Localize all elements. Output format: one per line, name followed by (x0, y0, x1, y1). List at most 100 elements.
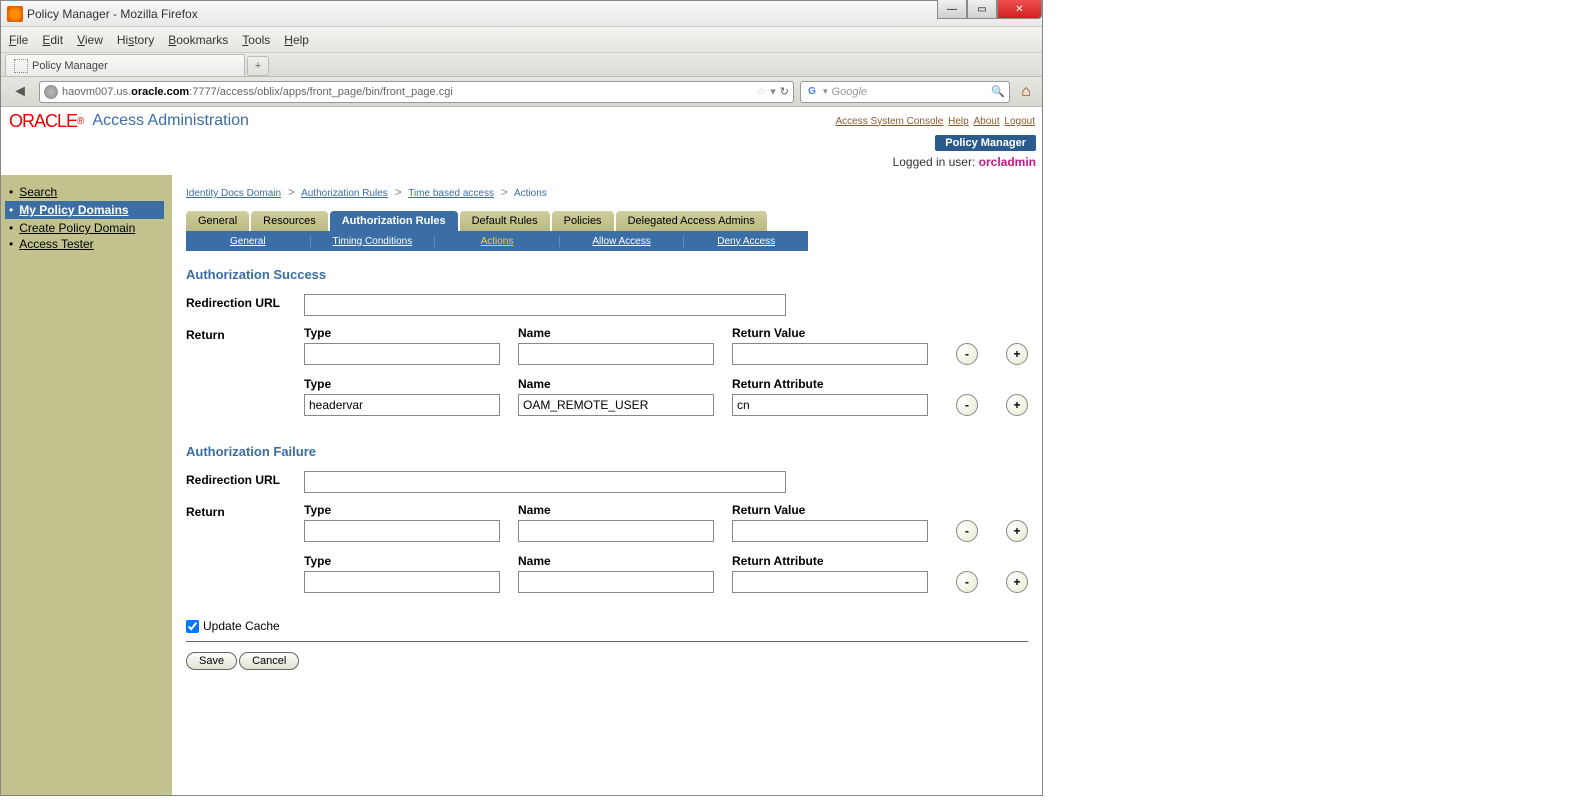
header-links: Access System Console Help About Logout (835, 116, 1036, 127)
home-button[interactable]: ⌂ (1016, 82, 1036, 102)
tab-title: Policy Manager (32, 60, 108, 72)
menubar: File Edit View History Bookmarks Tools H… (1, 27, 1042, 53)
menu-file[interactable]: File (9, 33, 28, 47)
close-button[interactable]: ✕ (997, 0, 1042, 19)
input-failure-type-1[interactable] (304, 520, 500, 542)
breadcrumb-domain[interactable]: Identity Docs Domain (186, 188, 281, 199)
subtab-deny[interactable]: Deny Access (684, 236, 808, 247)
tab-delegated-admins[interactable]: Delegated Access Admins (616, 211, 767, 231)
link-about[interactable]: About (973, 116, 999, 127)
oracle-dot: ® (77, 116, 84, 127)
label-return: Return (186, 326, 304, 342)
save-button[interactable]: Save (186, 652, 237, 670)
label-return: Return (186, 503, 304, 519)
tab-resources[interactable]: Resources (251, 211, 328, 231)
label-redirection-url: Redirection URL (186, 294, 304, 310)
google-icon: G (805, 85, 819, 99)
menu-history[interactable]: History (117, 33, 154, 47)
subtab-actions[interactable]: Actions (435, 236, 560, 247)
titlebar: Policy Manager - Mozilla Firefox — ▭ ✕ (1, 1, 1042, 27)
back-button[interactable]: ◄ (7, 81, 33, 103)
update-cache-row: Update Cache (186, 619, 1028, 633)
search-box[interactable]: G ▾ Google 🔍 (800, 81, 1010, 103)
browser-tab-active[interactable]: Policy Manager (5, 54, 245, 76)
input-success-type-2[interactable] (304, 394, 500, 416)
input-failure-return-value-1[interactable] (732, 520, 928, 542)
update-cache-label: Update Cache (203, 619, 280, 633)
tab-default-rules[interactable]: Default Rules (460, 211, 550, 231)
subtab-general[interactable]: General (186, 236, 311, 247)
input-failure-redirection-url[interactable] (304, 471, 786, 493)
menu-tools[interactable]: Tools (242, 33, 270, 47)
input-failure-type-2[interactable] (304, 571, 500, 593)
input-success-name-1[interactable] (518, 343, 714, 365)
update-cache-checkbox[interactable] (186, 620, 199, 633)
minimize-button[interactable]: — (937, 0, 967, 19)
sidebar-item-access-tester[interactable]: Access Tester (9, 237, 164, 251)
bookmark-star-icon[interactable]: ☆ (756, 85, 766, 98)
breadcrumb-auth-rules[interactable]: Authorization Rules (301, 188, 388, 199)
url-input[interactable]: haovm007.us.oracle.com:7777/access/oblix… (39, 81, 794, 103)
new-tab-button[interactable]: + (247, 56, 269, 76)
remove-row-button[interactable]: - (956, 343, 978, 365)
url-path: :7777/access/oblix/apps/front_page/bin/f… (189, 86, 453, 98)
refresh-icon[interactable]: ↻ (780, 85, 789, 98)
input-failure-return-attr-2[interactable] (732, 571, 928, 593)
url-host: haovm007.us. (62, 86, 131, 98)
menu-edit[interactable]: Edit (42, 33, 63, 47)
window-controls: — ▭ ✕ (937, 0, 1042, 19)
breadcrumb: Identity Docs Domain > Authorization Rul… (186, 185, 1028, 199)
logged-in-user: orcladmin (979, 155, 1036, 169)
add-row-button[interactable]: + (1006, 343, 1028, 365)
tab-policies[interactable]: Policies (552, 211, 614, 231)
search-icon[interactable]: 🔍 (991, 85, 1005, 98)
search-placeholder: Google (832, 86, 867, 98)
section-auth-success: Authorization Success (186, 267, 1028, 282)
breadcrumb-actions: Actions (514, 188, 547, 199)
subtab-allow[interactable]: Allow Access (560, 236, 685, 247)
policy-manager-badge: Policy Manager (935, 135, 1036, 151)
remove-row-button[interactable]: - (956, 520, 978, 542)
browser-tabbar: Policy Manager + (1, 53, 1042, 77)
menu-bookmarks[interactable]: Bookmarks (168, 33, 228, 47)
header-row2: Policy Manager Logged in user: orcladmin (1, 135, 1042, 157)
access-admin-title: Access Administration (92, 112, 249, 130)
link-access-console[interactable]: Access System Console (836, 116, 944, 127)
input-success-name-2[interactable] (518, 394, 714, 416)
remove-row-button[interactable]: - (956, 571, 978, 593)
tab-general[interactable]: General (186, 211, 249, 231)
address-bar: ◄ haovm007.us.oracle.com:7777/access/obl… (1, 77, 1042, 107)
sidebar-item-my-policy-domains[interactable]: My Policy Domains (5, 201, 164, 219)
input-success-type-1[interactable] (304, 343, 500, 365)
input-success-return-value-1[interactable] (732, 343, 928, 365)
sidebar-item-create-policy-domain[interactable]: Create Policy Domain (9, 221, 164, 235)
link-logout[interactable]: Logout (1004, 116, 1035, 127)
cancel-button[interactable]: Cancel (239, 652, 299, 670)
input-success-return-attr-2[interactable] (732, 394, 928, 416)
remove-row-button[interactable]: - (956, 394, 978, 416)
url-domain: oracle.com (131, 86, 189, 98)
input-success-redirection-url[interactable] (304, 294, 786, 316)
input-failure-name-1[interactable] (518, 520, 714, 542)
input-failure-name-2[interactable] (518, 571, 714, 593)
maximize-button[interactable]: ▭ (967, 0, 997, 19)
top-tabs: General Resources Authorization Rules De… (186, 211, 1028, 231)
section-auth-failure: Authorization Failure (186, 444, 1028, 459)
sidebar-item-search[interactable]: Search (9, 185, 164, 199)
sub-tabs: General Timing Conditions Actions Allow … (186, 231, 808, 251)
add-row-button[interactable]: + (1006, 571, 1028, 593)
form-actions: Save Cancel (186, 652, 1028, 670)
logged-in-status: Logged in user: orcladmin (893, 155, 1036, 169)
globe-icon (44, 85, 58, 99)
oracle-header: ORACLE® Access Administration Access Sys… (1, 107, 1042, 135)
subtab-timing[interactable]: Timing Conditions (311, 236, 436, 247)
tab-authorization-rules[interactable]: Authorization Rules (330, 211, 458, 231)
add-row-button[interactable]: + (1006, 520, 1028, 542)
main-panel: Identity Docs Domain > Authorization Rul… (172, 175, 1042, 795)
content-area: Search My Policy Domains Create Policy D… (1, 175, 1042, 795)
menu-view[interactable]: View (77, 33, 103, 47)
menu-help[interactable]: Help (284, 33, 309, 47)
add-row-button[interactable]: + (1006, 394, 1028, 416)
link-help[interactable]: Help (948, 116, 969, 127)
breadcrumb-time-based[interactable]: Time based access (408, 188, 494, 199)
